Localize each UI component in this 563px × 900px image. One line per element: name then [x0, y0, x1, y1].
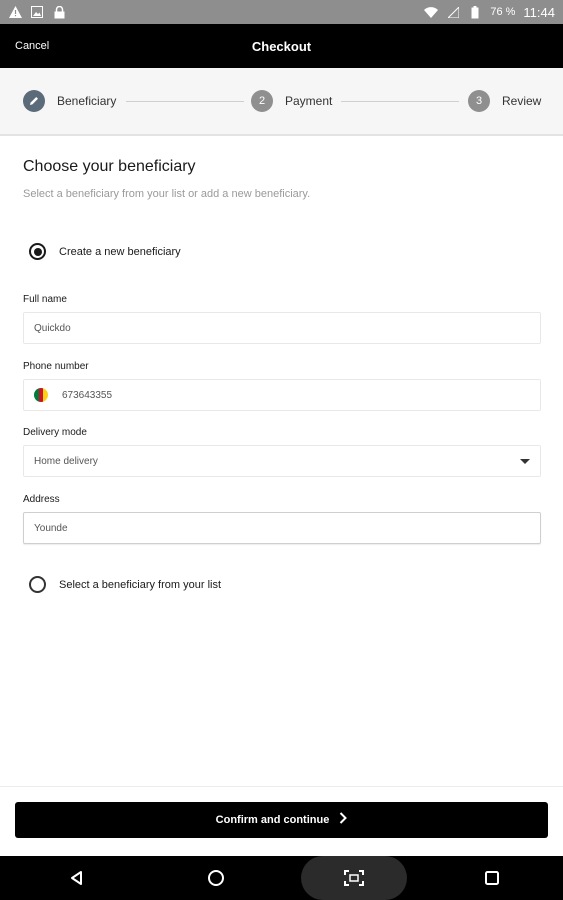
battery-percent: 76 %: [490, 6, 516, 18]
phone-number-value: 673643355: [62, 389, 113, 401]
delivery-mode-value: Home delivery: [34, 455, 98, 467]
image-icon: [30, 5, 44, 19]
step-label: Review: [502, 94, 542, 108]
cta-label: Confirm and continue: [215, 814, 330, 826]
screenshot-icon[interactable]: [341, 856, 367, 900]
delivery-mode-label: Delivery mode: [23, 427, 87, 438]
page-title: Checkout: [251, 38, 312, 54]
option-label: Create a new beneficiary: [59, 245, 181, 258]
recents-icon[interactable]: [479, 856, 505, 900]
cancel-button[interactable]: Cancel: [15, 40, 49, 52]
step-label: Payment: [285, 94, 333, 108]
step-payment[interactable]: 2 Payment: [251, 90, 332, 112]
clock: 11:44: [523, 4, 555, 20]
address-field[interactable]: Younde: [23, 512, 541, 544]
section-heading: Choose your beneficiary: [23, 158, 196, 175]
step-label: Beneficiary: [57, 94, 117, 108]
full-name-field[interactable]: Quickdo: [23, 312, 541, 344]
address-label: Address: [23, 494, 60, 505]
step-number: 3: [468, 90, 490, 112]
radio-selected-icon[interactable]: [29, 243, 46, 260]
radio-unselected-icon[interactable]: [29, 576, 46, 593]
section-subheading: Select a beneficiary from your list or a…: [23, 188, 311, 200]
step-connector: [341, 101, 459, 102]
checkout-stepper: Beneficiary 2 Payment 3 Review: [0, 68, 563, 136]
option-label: Select a beneficiary from your list: [59, 578, 222, 591]
checkout-header: Cancel Checkout: [0, 24, 563, 68]
back-icon[interactable]: [64, 856, 90, 900]
select-from-list-option[interactable]: Select a beneficiary from your list: [29, 576, 221, 593]
wifi-icon: [424, 5, 439, 19]
step-connector: [126, 101, 244, 102]
delivery-mode-select[interactable]: Home delivery: [23, 445, 541, 477]
warning-icon: [8, 5, 22, 19]
lock-icon: [52, 5, 66, 19]
address-value: Younde: [34, 522, 68, 534]
step-beneficiary[interactable]: Beneficiary: [23, 90, 116, 112]
home-icon[interactable]: [203, 856, 229, 900]
chevron-right-icon: [339, 811, 348, 829]
step-number: 2: [251, 90, 273, 112]
full-name-label: Full name: [23, 294, 67, 305]
step-review[interactable]: 3 Review: [468, 90, 541, 112]
full-name-value: Quickdo: [34, 322, 71, 334]
create-new-beneficiary-option[interactable]: Create a new beneficiary: [29, 243, 181, 260]
footer: Confirm and continue: [0, 786, 563, 856]
signal-icon: [446, 5, 460, 19]
phone-number-label: Phone number: [23, 361, 89, 372]
pencil-icon: [23, 90, 45, 112]
phone-number-field[interactable]: 673643355: [23, 379, 541, 411]
battery-icon: [468, 5, 482, 19]
system-nav-bar: [0, 856, 563, 900]
chevron-down-icon: [520, 458, 530, 464]
status-bar: 76 % 11:44: [0, 0, 563, 24]
confirm-continue-button[interactable]: Confirm and continue: [15, 802, 548, 838]
cameroon-flag-icon[interactable]: [34, 388, 48, 402]
